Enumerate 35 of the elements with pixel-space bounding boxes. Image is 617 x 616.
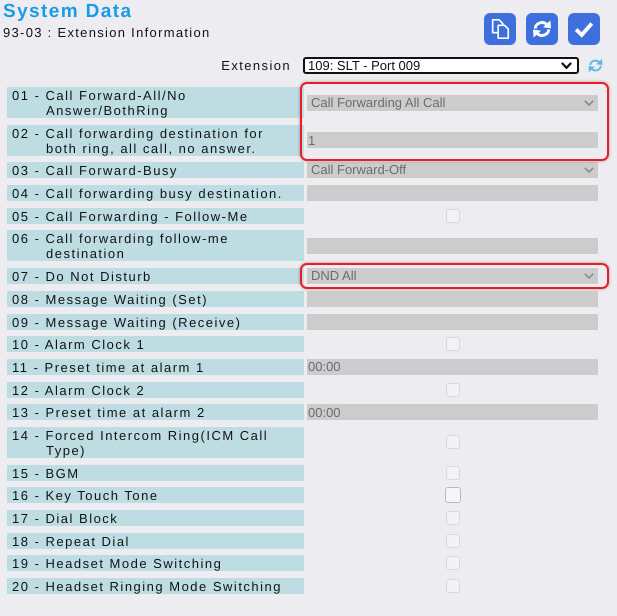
setting-label: 20 - Headset Ringing Mode Switching xyxy=(7,578,304,594)
setting-label: 12 - Alarm Clock 2 xyxy=(7,382,304,398)
setting-label: 03 - Call Forward-Busy xyxy=(7,162,304,178)
copy-button[interactable] xyxy=(484,13,516,45)
page-title: System Data xyxy=(3,0,134,23)
setting-label: 10 - Alarm Clock 1 xyxy=(7,336,304,352)
setting-label: 05 - Call Forwarding - Follow-Me xyxy=(7,208,304,224)
setting-label: 18 - Repeat Dial xyxy=(7,532,304,549)
chevron-down-icon xyxy=(584,167,594,174)
refresh-icon xyxy=(531,18,553,40)
chevron-down-icon xyxy=(561,62,572,69)
setting-label: 15 - BGM xyxy=(7,464,304,481)
setting-label: 07 - Do Not Disturb xyxy=(7,268,304,284)
copy-icon xyxy=(489,18,511,40)
extension-label: Extension xyxy=(221,58,291,73)
setting-label: 09 - Message Waiting (Receive) xyxy=(7,314,304,330)
chevron-down-icon xyxy=(584,100,594,106)
setting-label: 04 - Call forwarding busy destination. xyxy=(7,185,304,202)
setting-label: 17 - Dial Block xyxy=(7,510,304,526)
checkbox[interactable] xyxy=(444,487,460,504)
setting-label: 06 - Call forwarding follow-me destination xyxy=(7,230,304,262)
setting-label: 13 - Preset time at alarm 2 xyxy=(7,404,304,420)
setting-label: 02 - Call forwarding destination for both ring, all call, no answer. xyxy=(7,124,304,156)
refresh-button[interactable] xyxy=(526,13,558,45)
setting-label: 11 - Preset time at alarm 1 xyxy=(7,358,304,375)
setting-label: 16 - Key Touch Tone xyxy=(7,487,304,504)
page-subtitle: 93-03 : Extension Information xyxy=(3,25,211,41)
chevron-down-icon xyxy=(584,273,594,280)
setting-label: 01 - Call Forward-All/No Answer/BothRing xyxy=(7,87,304,118)
refresh-icon[interactable] xyxy=(587,57,604,74)
extension-select[interactable]: 109: SLT - Port 009 xyxy=(303,57,579,74)
setting-label: 19 - Headset Mode Switching xyxy=(7,555,304,572)
setting-label: 14 - Forced Intercom Ring(ICM Call Type) xyxy=(7,426,304,458)
confirm-button[interactable] xyxy=(568,13,600,45)
setting-label: 08 - Message Waiting (Set) xyxy=(7,290,304,307)
